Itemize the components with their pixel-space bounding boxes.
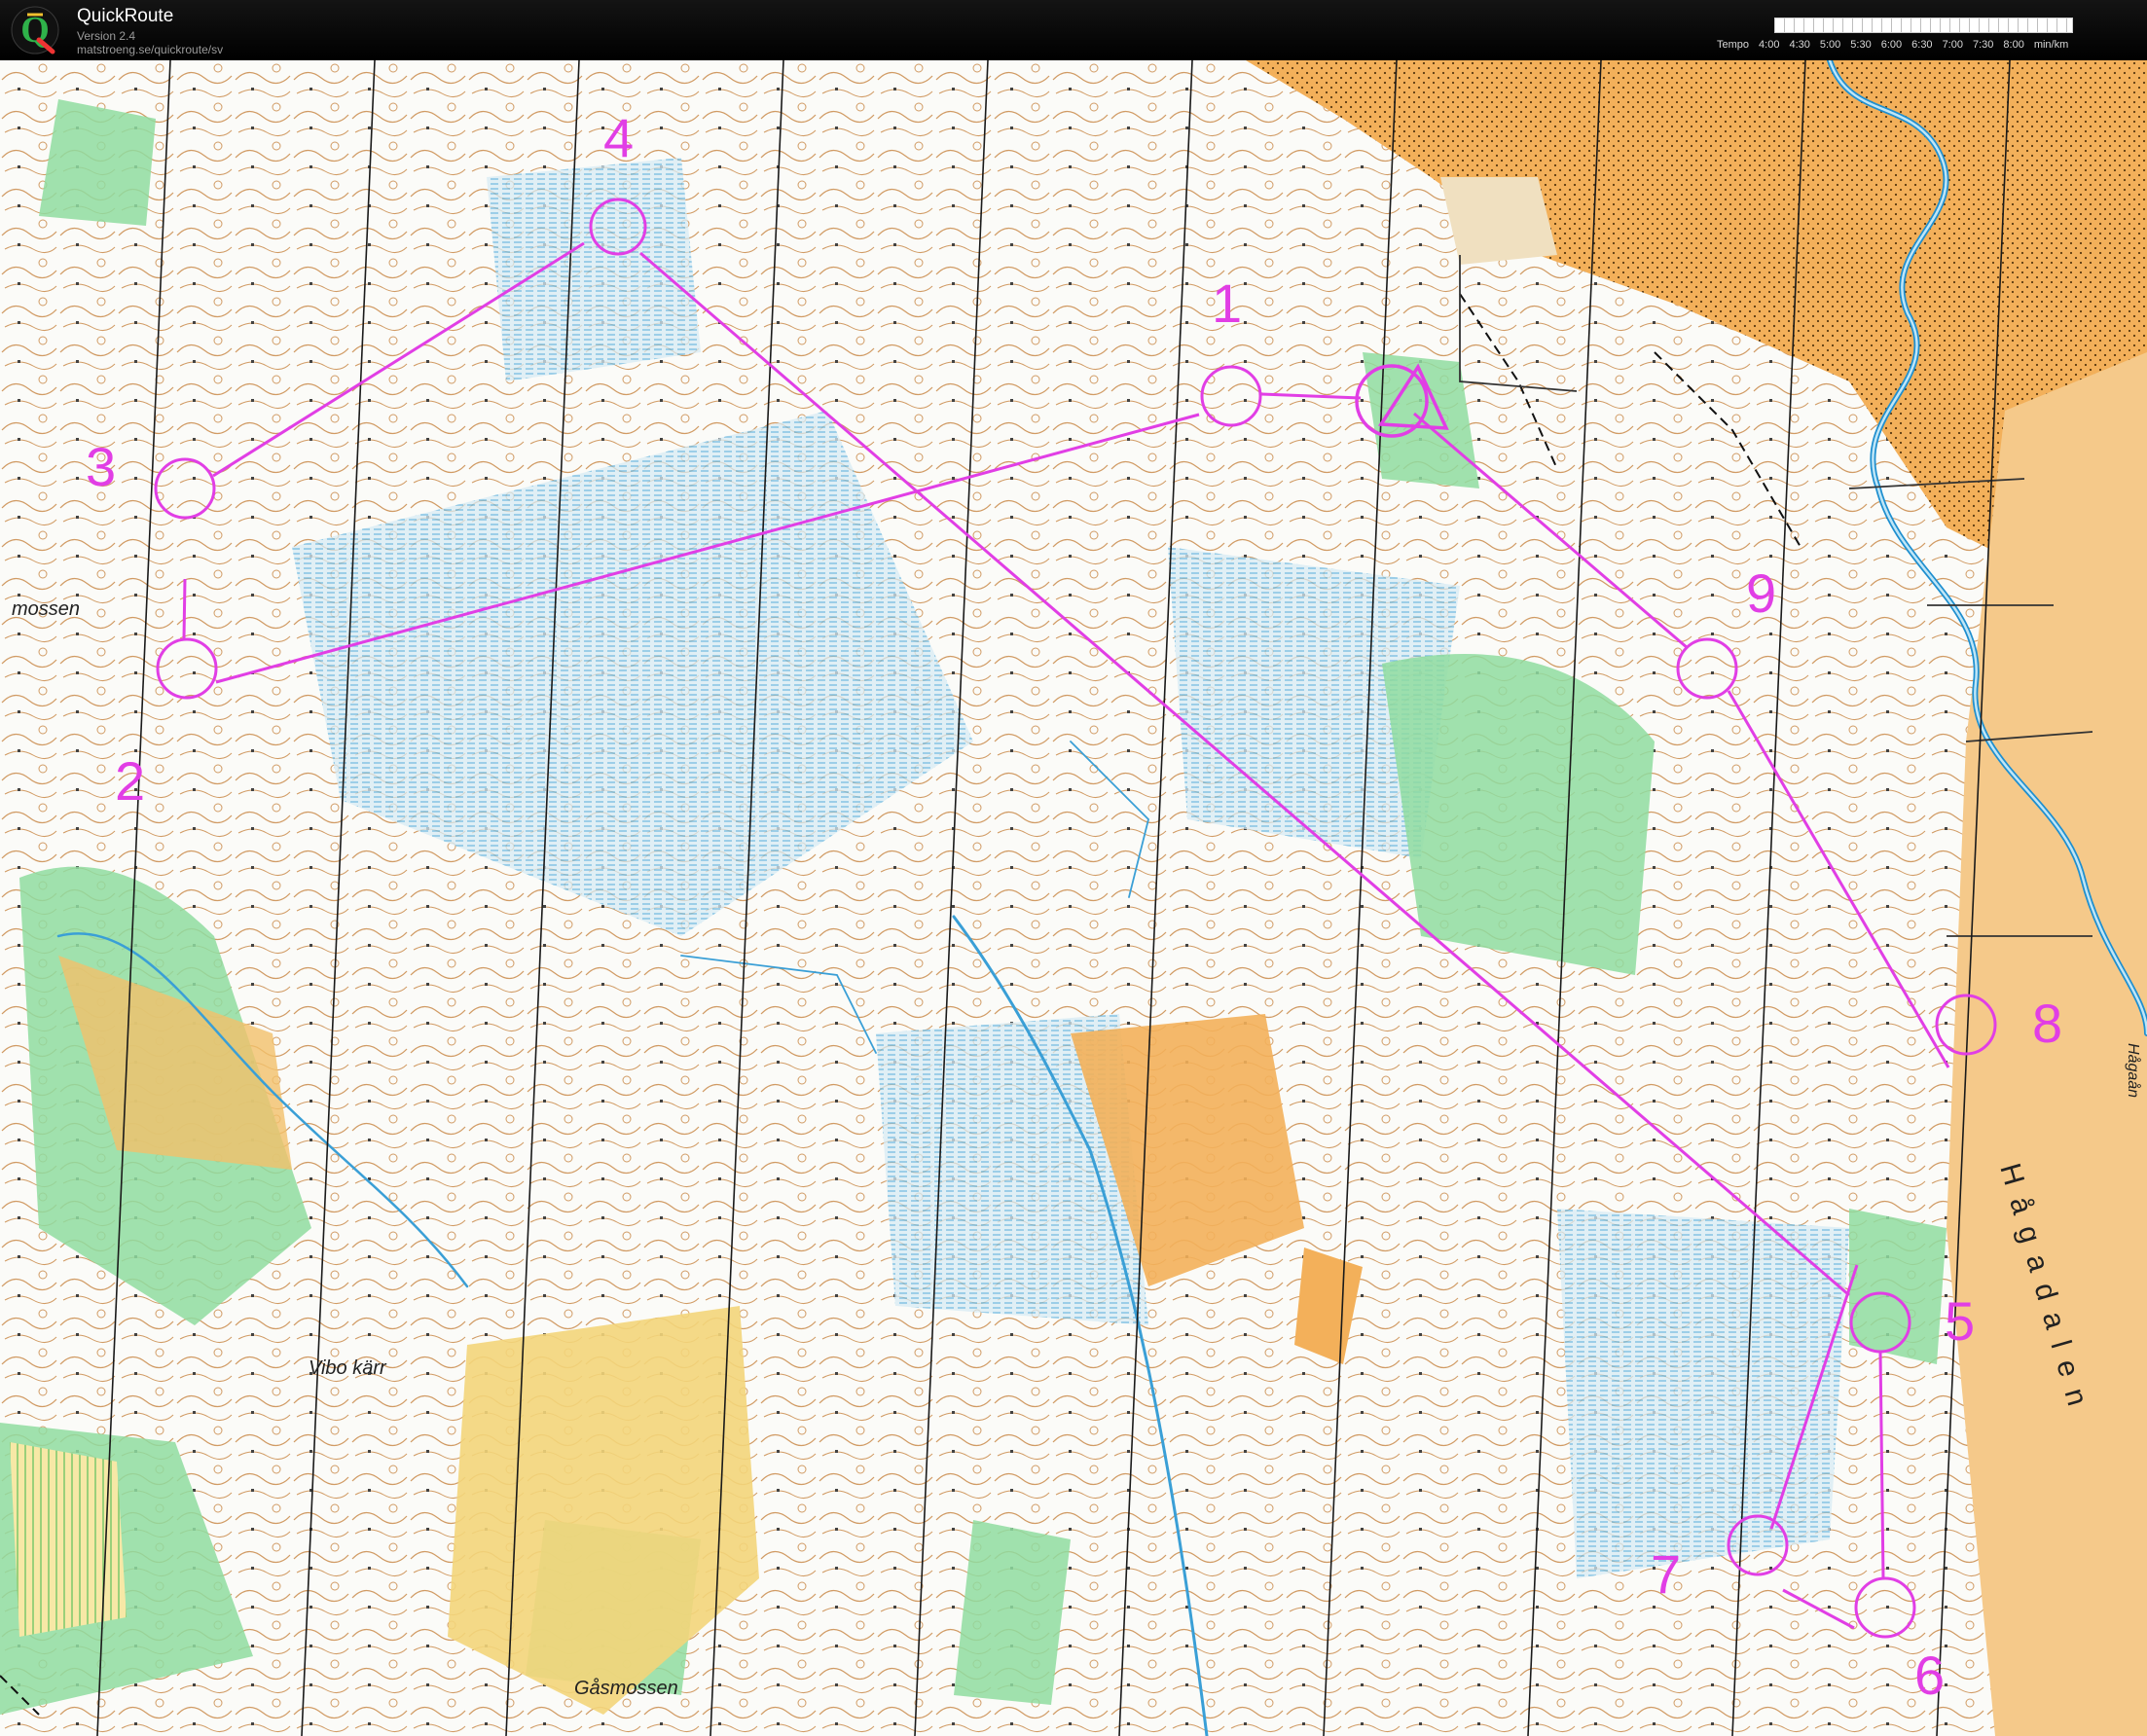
control-number-2: 2 (115, 750, 146, 812)
map-canvas (0, 60, 2147, 1736)
tempo-prefix: Tempo (1717, 39, 1750, 51)
app-url: matstroeng.se/quickroute/sv (77, 43, 224, 56)
tempo-tick: 7:30 (1972, 39, 1994, 51)
app-title: QuickRoute (77, 6, 174, 26)
orienteering-map[interactable]: mossen Vibo kärr Gåsmossen Hågadalen Håg… (0, 60, 2147, 1736)
course-leg (182, 578, 187, 639)
tempo-unit: min/km (2033, 39, 2069, 51)
control-number-6: 6 (1914, 1645, 1946, 1706)
place-name-vibo-karr: Vibo kärr (309, 1357, 386, 1379)
control-number-8: 8 (2032, 993, 2063, 1054)
place-name-mossen: mossen (12, 598, 81, 620)
app-version: Version 2.4 (77, 29, 136, 43)
control-number-4: 4 (603, 107, 635, 168)
tempo-tick: 7:00 (1942, 39, 1963, 51)
control-number-9: 9 (1746, 562, 1777, 624)
tempo-tick: 5:00 (1819, 39, 1841, 51)
tempo-tick: 4:30 (1789, 39, 1810, 51)
tempo-tick: 4:00 (1759, 39, 1780, 51)
place-name-hagaan: Hågaån (2125, 1043, 2141, 1099)
header-bar: Q QuickRoute Version 2.4 matstroeng.se/q… (0, 0, 2147, 60)
control-number-5: 5 (1945, 1290, 1976, 1352)
tempo-labels: Tempo 4:00 4:30 5:00 5:30 6:00 6:30 7:00 7:30 8:0… (1717, 39, 2078, 54)
place-name-gasmossen: Gåsmossen (574, 1678, 678, 1699)
tempo-tick: 8:00 (2003, 39, 2024, 51)
tempo-tick: 5:30 (1850, 39, 1872, 51)
quickroute-window: Q QuickRoute Version 2.4 matstroeng.se/q… (0, 0, 2147, 1736)
control-number-3: 3 (86, 436, 117, 497)
tempo-tick: 6:30 (1911, 39, 1933, 51)
control-number-7: 7 (1651, 1543, 1682, 1605)
quickroute-logo-icon: Q (11, 6, 59, 54)
tempo-scale-bar (1774, 18, 2073, 33)
tempo-tick: 6:00 (1880, 39, 1903, 51)
control-number-1: 1 (1212, 272, 1243, 334)
